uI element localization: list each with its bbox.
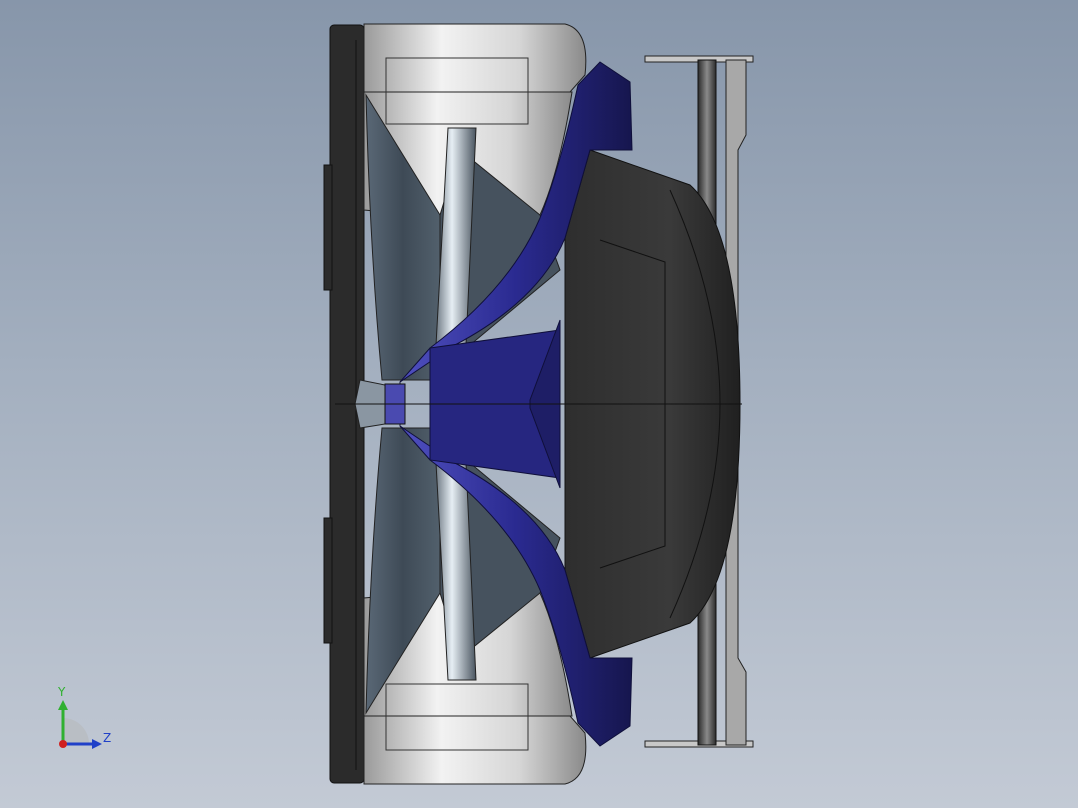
z-axis-label: Z bbox=[103, 731, 112, 745]
y-axis-arrow-head bbox=[58, 700, 68, 710]
y-axis-label: Y bbox=[58, 685, 66, 699]
z-axis-arrow-head bbox=[92, 739, 102, 749]
graphics-viewport[interactable]: Y Z bbox=[0, 0, 1078, 808]
triad-quarter-disc bbox=[63, 718, 89, 744]
orientation-triad: Y Z bbox=[48, 684, 118, 754]
x-axis-dot bbox=[59, 740, 67, 748]
car-model-top-view[interactable] bbox=[0, 0, 1078, 808]
